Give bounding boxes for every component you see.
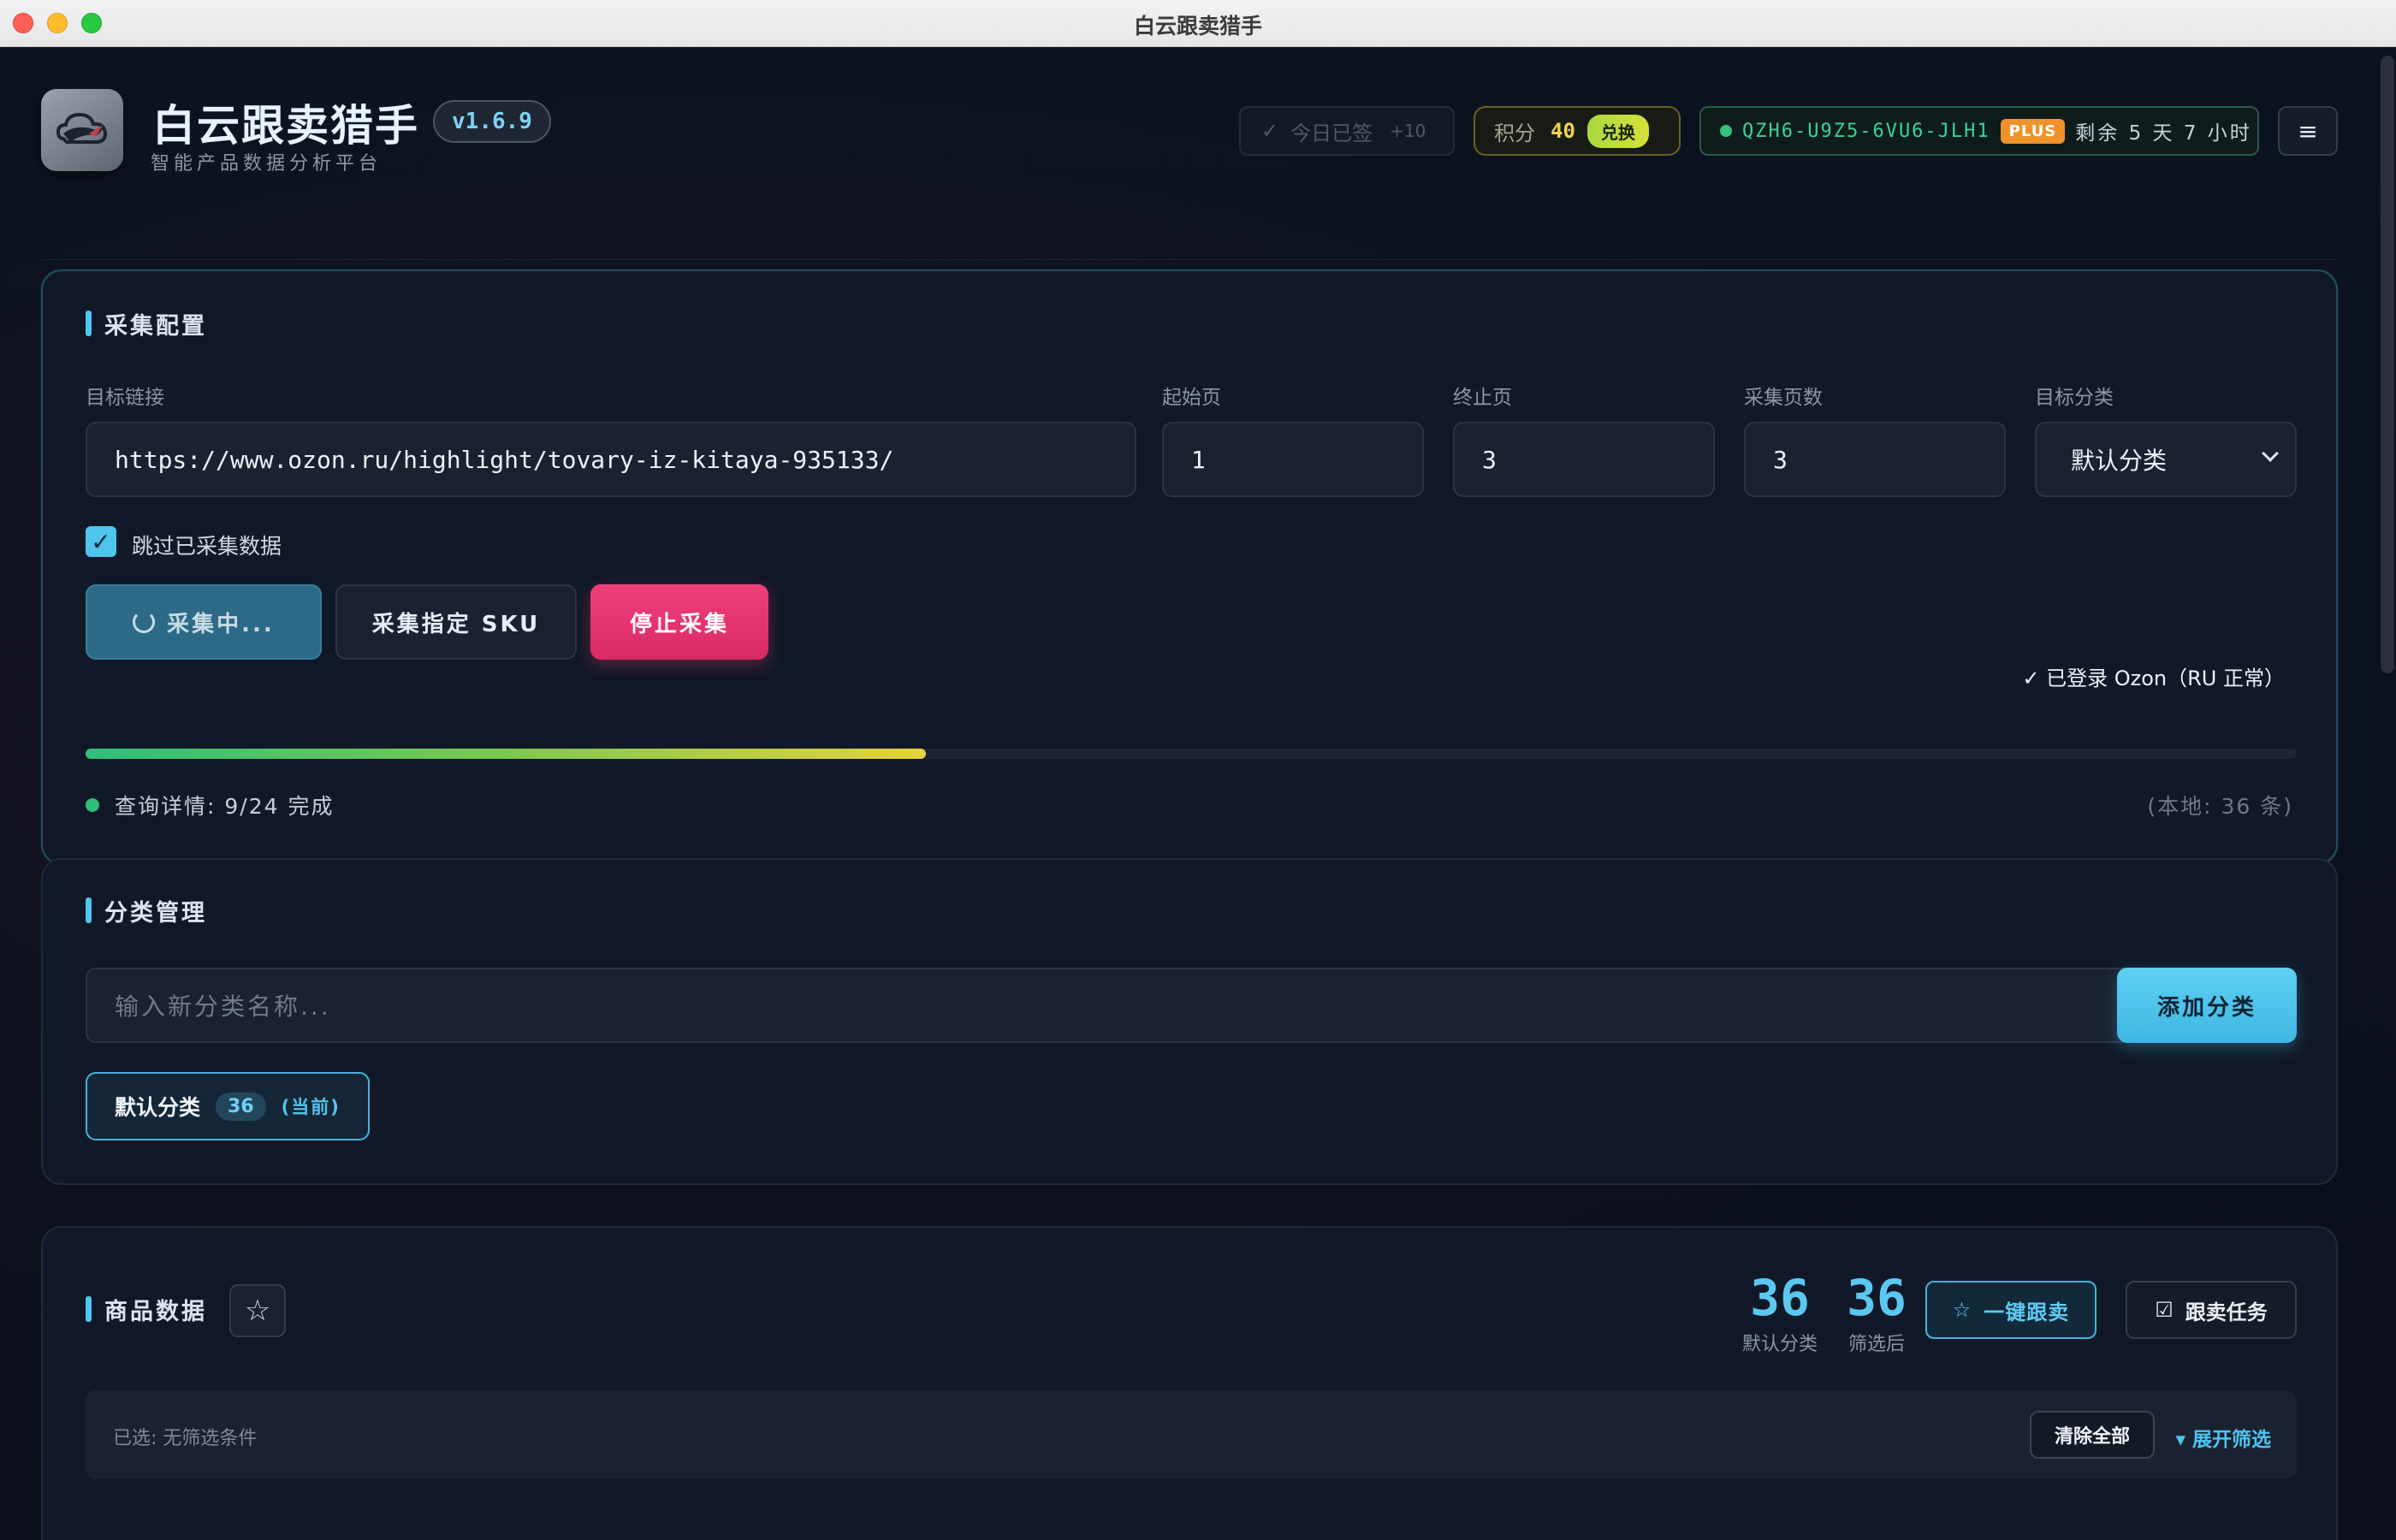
target-link-value: https://www.ozon.ru/highlight/tovary-iz-… xyxy=(115,445,894,474)
progress-bar xyxy=(86,749,2297,759)
target-link-label: 目标链接 xyxy=(86,387,164,409)
target-link-input[interactable]: https://www.ozon.ru/highlight/tovary-iz-… xyxy=(86,422,1136,497)
end-page-label: 终止页 xyxy=(1453,387,1512,409)
stat-filtered-value: 36 xyxy=(1847,1269,1907,1327)
filter-selected: 已选: 无筛选条件 xyxy=(113,1423,257,1450)
login-status: ✓ 已登录 Ozon（RU 正常） xyxy=(2022,666,2285,690)
collect-sku-button[interactable]: 采集指定 SKU xyxy=(335,584,577,660)
version-badge: v1.6.9 xyxy=(433,100,551,143)
stat-filtered-label: 筛选后 xyxy=(1847,1334,1905,1355)
add-category-button[interactable]: 添加分类 xyxy=(2117,968,2297,1043)
follow-tasks-label: 跟卖任务 xyxy=(2185,1300,2268,1324)
filter-bar: 已选: 无筛选条件 清除全部 ▾ 展开筛选 xyxy=(86,1390,2297,1479)
license-code: QZH6-U9Z5-6VU6-JLH1 xyxy=(1742,120,1990,142)
license-pill: QZH6-U9Z5-6VU6-JLH1 PLUS 剩余 5 天 7 小时 xyxy=(1699,106,2259,156)
target-category-select[interactable]: 默认分类 xyxy=(2035,422,2297,497)
status-text: 查询详情: 9/24 完成 xyxy=(115,794,335,819)
target-category-label: 目标分类 xyxy=(2035,387,2114,409)
scrollbar[interactable] xyxy=(2381,56,2394,673)
checkin-button[interactable]: ✓ 今日已签 +10 xyxy=(1239,106,1455,156)
collect-config-card: 采集配置 目标链接 起始页 终止页 采集页数 目标分类 https://www.… xyxy=(41,270,2338,865)
category-manage-card: 分类管理 输入新分类名称... 添加分类 默认分类 36 (当前) xyxy=(41,858,2338,1185)
hamburger-icon: ≡ xyxy=(2298,116,2318,145)
page-count-input[interactable]: 3 xyxy=(1744,422,2006,497)
new-category-placeholder: 输入新分类名称... xyxy=(115,992,331,1021)
stat-default-value: 36 xyxy=(1750,1269,1810,1327)
stat-default-label: 默认分类 xyxy=(1741,1334,1818,1355)
checkin-bonus: +10 xyxy=(1390,121,1426,141)
plan-badge: PLUS xyxy=(2000,118,2066,144)
add-category-label: 添加分类 xyxy=(2156,994,2257,1021)
skip-collected-label: 跳过已采集数据 xyxy=(132,534,282,559)
header-divider xyxy=(41,259,2338,260)
status-dot xyxy=(86,798,99,812)
check-icon: ✓ xyxy=(1261,119,1279,143)
star-outline-icon: ☆ xyxy=(1952,1298,1972,1322)
stop-collect-button[interactable]: 停止采集 xyxy=(590,584,768,660)
collect-sku-label: 采集指定 SKU xyxy=(371,611,541,637)
menu-button[interactable]: ≡ xyxy=(2278,106,2338,156)
window-titlebar: 白云跟卖猎手 xyxy=(0,0,2396,47)
local-count: (本地: 36 条) xyxy=(2147,794,2293,819)
start-page-value: 1 xyxy=(1191,445,1206,474)
one-click-follow-button[interactable]: ☆ 一键跟卖 xyxy=(1925,1281,2096,1339)
expand-filter-button[interactable]: ▾ 展开筛选 xyxy=(2175,1423,2271,1452)
target-category-value: 默认分类 xyxy=(2071,447,2168,475)
category-name: 默认分类 xyxy=(115,1095,201,1120)
page-count-label: 采集页数 xyxy=(1744,387,1823,409)
new-category-input[interactable]: 输入新分类名称... xyxy=(86,968,2132,1043)
product-data-title: 商品数据 xyxy=(86,1293,207,1326)
page-count-value: 3 xyxy=(1773,445,1788,474)
stop-collect-label: 停止采集 xyxy=(629,611,729,637)
chevron-down-icon xyxy=(2262,445,2279,462)
start-page-label: 起始页 xyxy=(1162,387,1221,409)
app-subtitle: 智能产品数据分析平台 xyxy=(151,153,383,175)
checkbox-icon: ☑ xyxy=(2155,1298,2174,1322)
points-label: 积分 xyxy=(1494,121,1535,145)
product-data-card: 商品数据 ☆ 36 默认分类 36 筛选后 ☆ 一键跟卖 ☑ 跟卖任务 已选: … xyxy=(41,1226,2338,1540)
stat-default-category: 36 默认分类 xyxy=(1729,1272,1831,1356)
collecting-button[interactable]: 采集中... xyxy=(86,584,322,660)
skip-collected-checkbox[interactable]: ✓ xyxy=(86,526,116,557)
filter-selected-value: 无筛选条件 xyxy=(163,1428,258,1449)
clear-all-button[interactable]: 清除全部 xyxy=(2030,1411,2155,1459)
app-main: 白云跟卖猎手 智能产品数据分析平台 v1.6.9 ✓ 今日已签 +10 积分 4… xyxy=(0,47,2396,1540)
progress-fill xyxy=(86,749,926,759)
filter-selected-label: 已选: xyxy=(113,1428,157,1449)
window-title: 白云跟卖猎手 xyxy=(1133,14,1262,38)
star-icon: ☆ xyxy=(244,1294,271,1328)
collecting-label: 采集中... xyxy=(167,611,275,637)
points-pill: 积分 40 兑换 xyxy=(1474,106,1681,156)
favorite-button[interactable]: ☆ xyxy=(229,1284,286,1337)
spinner-icon xyxy=(133,611,156,633)
category-current-tag: (当前) xyxy=(281,1097,341,1117)
points-value: 40 xyxy=(1551,119,1575,143)
end-page-input[interactable]: 3 xyxy=(1453,422,1715,497)
end-page-value: 3 xyxy=(1482,445,1497,474)
cloud-eagle-icon xyxy=(56,112,108,144)
checkin-label: 今日已签 xyxy=(1290,121,1373,145)
app-title: 白云跟卖猎手 xyxy=(152,101,419,151)
collect-config-title: 采集配置 xyxy=(86,307,207,341)
follow-tasks-button[interactable]: ☑ 跟卖任务 xyxy=(2126,1281,2297,1339)
start-page-input[interactable]: 1 xyxy=(1162,422,1424,497)
app-logo xyxy=(41,89,123,171)
category-manage-title: 分类管理 xyxy=(86,894,207,927)
checkmark-icon: ✓ xyxy=(91,527,111,556)
category-count-badge: 36 xyxy=(216,1092,266,1121)
stat-filtered: 36 筛选后 xyxy=(1838,1272,1915,1356)
one-click-follow-label: 一键跟卖 xyxy=(1984,1300,2070,1324)
license-remaining: 剩余 5 天 7 小时 xyxy=(2075,122,2252,145)
category-chip-default[interactable]: 默认分类 36 (当前) xyxy=(86,1072,370,1140)
license-status-dot xyxy=(1720,125,1732,137)
redeem-button[interactable]: 兑换 xyxy=(1586,114,1649,148)
